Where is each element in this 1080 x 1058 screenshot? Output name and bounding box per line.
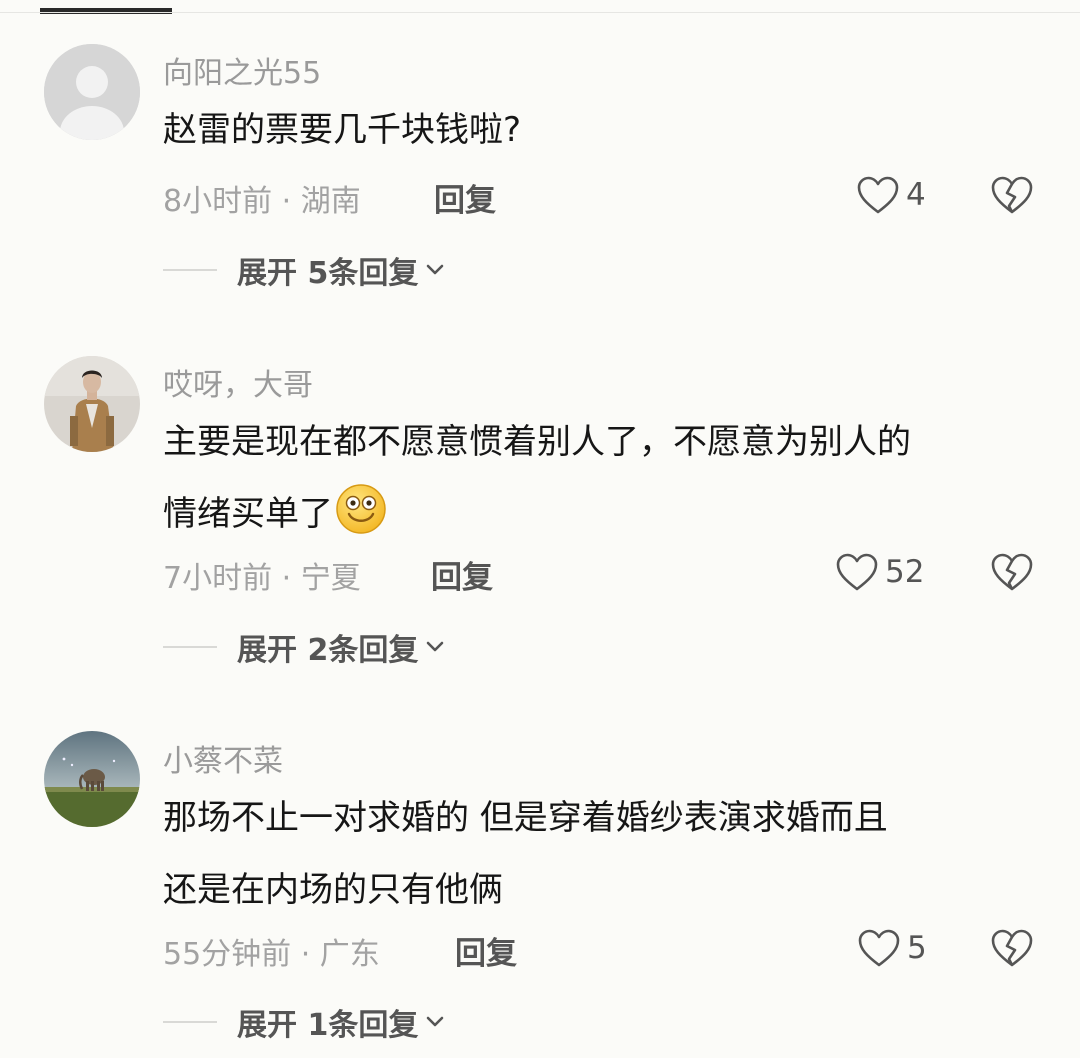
avatar[interactable] [44, 731, 140, 827]
top-tab-indicator [40, 8, 172, 14]
default-avatar-icon [44, 44, 140, 140]
expand-replies-button[interactable]: 展开 1条回复 [163, 1000, 448, 1044]
like-count: 5 [907, 930, 927, 966]
comment-text: 主要是现在都不愿意惯着别人了，不愿意为别人的 情绪买单了 [163, 406, 1043, 550]
broken-heart-icon[interactable] [990, 550, 1034, 594]
like-button[interactable]: 5 [857, 926, 927, 970]
comment-time-location: 7小时前 · 宁夏 [163, 561, 361, 596]
chevron-down-icon [427, 641, 444, 652]
comment-text: 那场不止一对求婚的 但是穿着婚纱表演求婚而且 还是在内场的只有他俩 [163, 782, 1043, 926]
top-divider [0, 12, 1080, 13]
expand-replies-button[interactable]: 展开 2条回复 [163, 625, 448, 669]
like-count: 52 [885, 554, 925, 590]
user-photo-man-in-coat [44, 356, 140, 452]
comment-text-line: 还是在内场的只有他俩 [163, 870, 503, 910]
expand-replies-button[interactable]: 展开 5条回复 [163, 248, 448, 292]
username[interactable]: 哎呀，大哥 [163, 360, 313, 404]
broken-heart-icon[interactable] [990, 926, 1034, 970]
avatar[interactable] [44, 44, 140, 140]
comment-text-line: 情绪买单了 [163, 478, 1043, 550]
expand-divider [163, 646, 217, 648]
avatar[interactable] [44, 356, 140, 452]
broken-heart-icon[interactable] [990, 173, 1034, 217]
reply-button[interactable]: 回复 [455, 928, 517, 973]
comment-time-location: 8小时前 · 湖南 [163, 184, 361, 219]
chevron-down-icon [427, 1016, 444, 1027]
expand-divider [163, 1021, 217, 1023]
username[interactable]: 向阳之光55 [163, 48, 321, 92]
heart-outline-icon [857, 176, 899, 214]
grinning-face-emoji [336, 484, 386, 534]
expand-replies-label: 展开 2条回复 [237, 633, 419, 668]
like-button[interactable]: 52 [835, 550, 924, 594]
expand-divider [163, 269, 217, 271]
chevron-down-icon [427, 264, 444, 275]
comment-time-location: 55分钟前 · 广东 [163, 937, 380, 972]
username[interactable]: 小蔡不菜 [163, 736, 283, 780]
expand-replies-label: 展开 1条回复 [237, 1008, 419, 1043]
reply-button[interactable]: 回复 [431, 552, 493, 597]
reply-button[interactable]: 回复 [434, 175, 496, 220]
comment-text-line: 主要是现在都不愿意惯着别人了，不愿意为别人的 [163, 422, 911, 462]
comment-text: 赵雷的票要几千块钱啦? [163, 110, 522, 150]
heart-outline-icon [836, 553, 878, 591]
comment-text-line-2: 情绪买单了 [163, 494, 333, 534]
heart-outline-icon [858, 929, 900, 967]
like-button[interactable]: 4 [856, 173, 926, 217]
like-count: 4 [906, 177, 926, 213]
comment-text-line: 那场不止一对求婚的 但是穿着婚纱表演求婚而且 [163, 798, 888, 838]
user-photo-elephant-landscape [44, 731, 140, 827]
expand-replies-label: 展开 5条回复 [237, 256, 419, 291]
